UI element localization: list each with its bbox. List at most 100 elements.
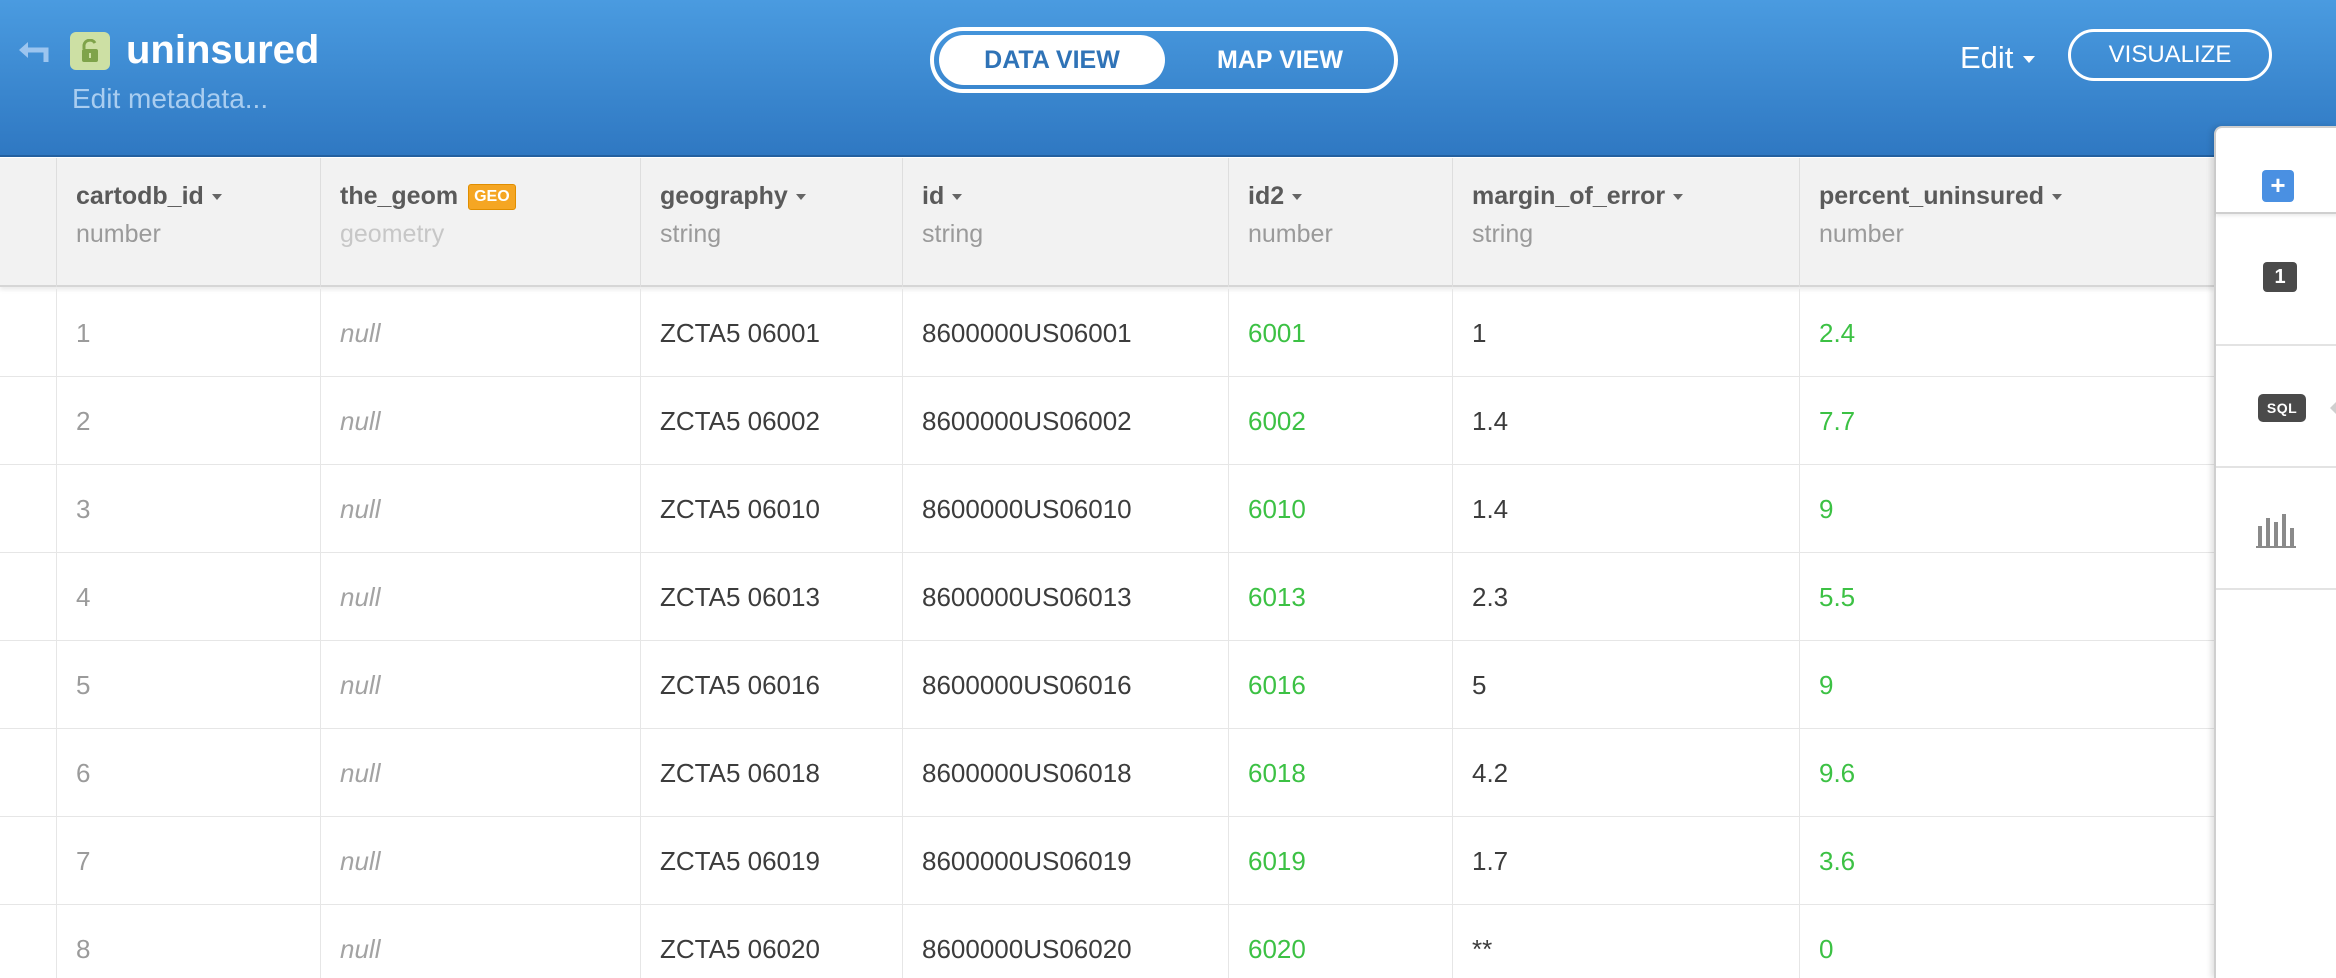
table-cell[interactable]: 6002 bbox=[1228, 377, 1452, 465]
column-header-id2[interactable]: id2 number bbox=[1228, 158, 1452, 287]
column-header-percent-uninsured[interactable]: percent_uninsured number bbox=[1799, 158, 2214, 287]
table-cell[interactable]: 1.4 bbox=[1452, 377, 1799, 465]
row-gutter[interactable] bbox=[0, 377, 56, 465]
table-cell[interactable]: 1.7 bbox=[1452, 817, 1799, 905]
table-cell[interactable]: ZCTA5 06020 bbox=[640, 905, 902, 978]
table-cell[interactable]: 5.5 bbox=[1799, 553, 2214, 641]
column-header-geography[interactable]: geography string bbox=[640, 158, 902, 287]
table-cell[interactable]: 8600000US06019 bbox=[902, 817, 1228, 905]
sql-icon[interactable]: SQL bbox=[2258, 394, 2306, 422]
table-cell[interactable]: 6001 bbox=[1228, 289, 1452, 377]
chevron-down-icon[interactable] bbox=[795, 194, 806, 201]
table-cell[interactable]: ZCTA5 06019 bbox=[640, 817, 902, 905]
column-name[interactable]: percent_uninsured bbox=[1819, 178, 2063, 214]
table-cell[interactable]: 8600000US06018 bbox=[902, 729, 1228, 817]
visualize-button[interactable]: VISUALIZE bbox=[2068, 29, 2272, 81]
column-type[interactable]: string bbox=[1472, 216, 1533, 252]
table-cell[interactable]: 6 bbox=[56, 729, 320, 817]
table-cell[interactable]: 8600000US06020 bbox=[902, 905, 1228, 978]
row-gutter[interactable] bbox=[0, 641, 56, 729]
table-cell[interactable]: 8 bbox=[56, 905, 320, 978]
column-header-cartodb-id[interactable]: cartodb_id number bbox=[56, 158, 320, 287]
table-cell[interactable]: 6019 bbox=[1228, 817, 1452, 905]
table-cell[interactable]: ZCTA5 06010 bbox=[640, 465, 902, 553]
row-gutter[interactable] bbox=[0, 289, 56, 377]
table-cell[interactable]: 6013 bbox=[1228, 553, 1452, 641]
column-type[interactable]: number bbox=[1819, 216, 1904, 252]
table-cell[interactable]: 3.6 bbox=[1799, 817, 2214, 905]
column-type[interactable]: number bbox=[76, 216, 161, 252]
table-cell[interactable]: ZCTA5 06013 bbox=[640, 553, 902, 641]
column-type[interactable]: number bbox=[1248, 216, 1333, 252]
table-cell[interactable]: null bbox=[320, 377, 640, 465]
row-gutter[interactable] bbox=[0, 817, 56, 905]
chevron-down-icon[interactable] bbox=[1673, 194, 1684, 201]
chevron-down-icon[interactable] bbox=[2052, 194, 2063, 201]
table-cell[interactable]: ZCTA5 06018 bbox=[640, 729, 902, 817]
table-cell[interactable]: 2.3 bbox=[1452, 553, 1799, 641]
table-cell[interactable]: 6016 bbox=[1228, 641, 1452, 729]
table-cell[interactable]: 2.4 bbox=[1799, 289, 2214, 377]
bar-chart-icon[interactable] bbox=[2256, 512, 2296, 553]
table-cell[interactable]: 9.6 bbox=[1799, 729, 2214, 817]
column-type[interactable]: string bbox=[922, 216, 983, 252]
table-cell[interactable]: 0 bbox=[1799, 905, 2214, 978]
table-cell[interactable]: ZCTA5 06016 bbox=[640, 641, 902, 729]
table-cell[interactable]: ** bbox=[1452, 905, 1799, 978]
table-cell[interactable]: null bbox=[320, 905, 640, 978]
table-cell[interactable]: 4 bbox=[56, 553, 320, 641]
row-gutter[interactable] bbox=[0, 905, 56, 978]
table-cell[interactable]: null bbox=[320, 289, 640, 377]
table-cell[interactable]: 6020 bbox=[1228, 905, 1452, 978]
tab-data-view[interactable]: DATA VIEW bbox=[939, 35, 1165, 85]
table-cell[interactable]: 5 bbox=[1452, 641, 1799, 729]
chevron-down-icon[interactable] bbox=[952, 194, 963, 201]
column-name[interactable]: the_geom GEO bbox=[340, 178, 516, 214]
table-cell[interactable]: null bbox=[320, 553, 640, 641]
column-name[interactable]: margin_of_error bbox=[1472, 178, 1684, 214]
table-cell[interactable]: ZCTA5 06002 bbox=[640, 377, 902, 465]
table-cell[interactable]: 7 bbox=[56, 817, 320, 905]
table-cell[interactable]: 3 bbox=[56, 465, 320, 553]
tab-map-view[interactable]: MAP VIEW bbox=[1170, 35, 1390, 85]
chevron-down-icon[interactable] bbox=[1292, 194, 1303, 201]
column-header-margin-of-error[interactable]: margin_of_error string bbox=[1452, 158, 1799, 287]
row-gutter[interactable] bbox=[0, 729, 56, 817]
privacy-lock-icon[interactable] bbox=[70, 32, 110, 70]
column-name[interactable]: cartodb_id bbox=[76, 178, 222, 214]
table-cell[interactable]: 6018 bbox=[1228, 729, 1452, 817]
table-cell[interactable]: 1.4 bbox=[1452, 465, 1799, 553]
table-cell[interactable]: 2 bbox=[56, 377, 320, 465]
row-gutter[interactable] bbox=[0, 465, 56, 553]
table-cell[interactable]: 1 bbox=[56, 289, 320, 377]
table-cell[interactable]: 8600000US06013 bbox=[902, 553, 1228, 641]
table-cell[interactable]: 9 bbox=[1799, 641, 2214, 729]
column-header-id[interactable]: id string bbox=[902, 158, 1228, 287]
table-cell[interactable]: 8600000US06001 bbox=[902, 289, 1228, 377]
table-cell[interactable]: 8600000US06002 bbox=[902, 377, 1228, 465]
table-cell[interactable]: null bbox=[320, 465, 640, 553]
column-name[interactable]: id bbox=[922, 178, 963, 214]
column-type[interactable]: string bbox=[660, 216, 721, 252]
table-cell[interactable]: 6010 bbox=[1228, 465, 1452, 553]
table-cell[interactable]: ZCTA5 06001 bbox=[640, 289, 902, 377]
table-cell[interactable]: 1 bbox=[1452, 289, 1799, 377]
chevron-down-icon[interactable] bbox=[211, 194, 222, 201]
column-name[interactable]: id2 bbox=[1248, 178, 1303, 214]
table-cell[interactable]: 9 bbox=[1799, 465, 2214, 553]
table-cell[interactable]: null bbox=[320, 729, 640, 817]
row-gutter[interactable] bbox=[0, 553, 56, 641]
back-arrow-icon[interactable] bbox=[16, 36, 52, 66]
table-cell[interactable]: 7.7 bbox=[1799, 377, 2214, 465]
table-cell[interactable]: 4.2 bbox=[1452, 729, 1799, 817]
table-cell[interactable]: 8600000US06016 bbox=[902, 641, 1228, 729]
table-title[interactable]: uninsured bbox=[126, 22, 319, 78]
layer-count-badge[interactable]: 1 bbox=[2263, 262, 2297, 292]
plus-icon[interactable]: + bbox=[2262, 170, 2294, 202]
table-cell[interactable]: 5 bbox=[56, 641, 320, 729]
column-name[interactable]: geography bbox=[660, 178, 806, 214]
edit-metadata-link[interactable]: Edit metadata... bbox=[72, 80, 268, 118]
table-cell[interactable]: 8600000US06010 bbox=[902, 465, 1228, 553]
table-cell[interactable]: null bbox=[320, 817, 640, 905]
table-cell[interactable]: null bbox=[320, 641, 640, 729]
